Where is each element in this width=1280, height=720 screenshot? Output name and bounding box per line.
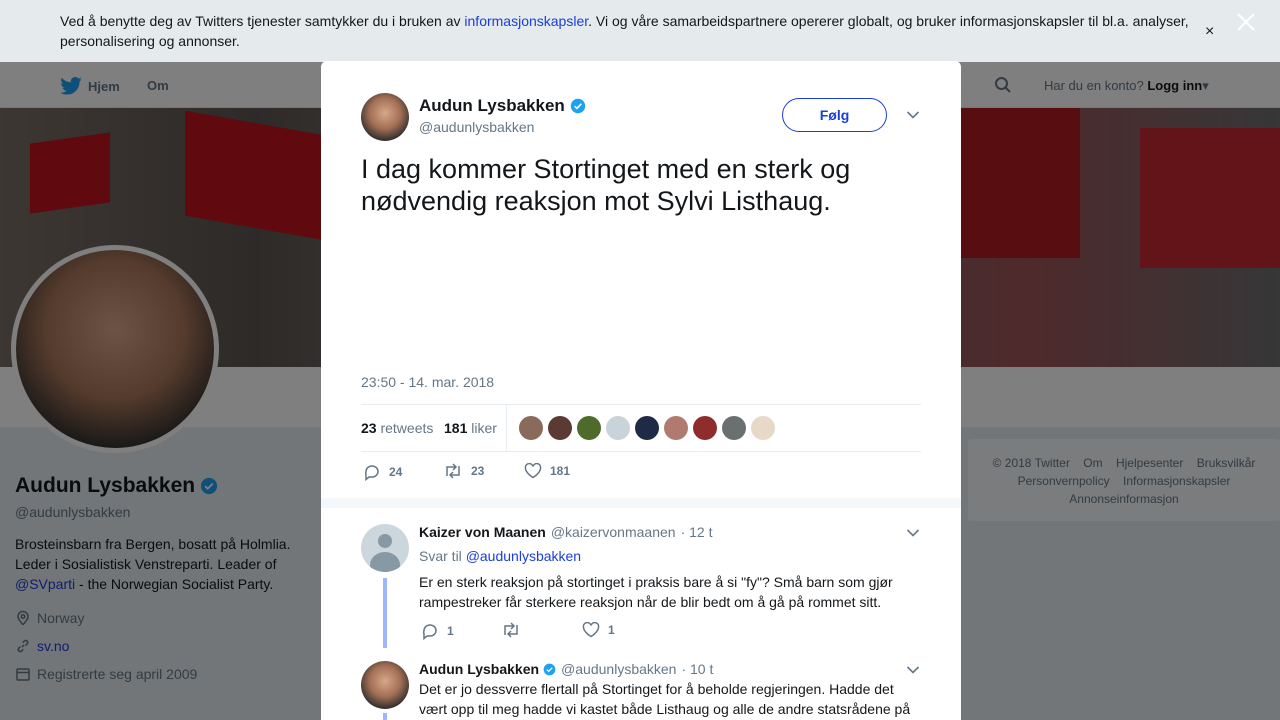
heart-icon (582, 622, 600, 638)
reply-author-name[interactable]: Kaizer von Maanen (419, 524, 546, 540)
tweet-stats: 23 retweets 181 liker (361, 404, 921, 452)
liker-avatar[interactable] (693, 416, 717, 440)
retweets-label: retweets (380, 420, 434, 436)
verified-badge-icon (543, 663, 556, 675)
reply-author-handle[interactable]: @kaizervonmaanen (551, 524, 676, 540)
like-button[interactable]: 181 (524, 463, 570, 479)
retweet-icon (446, 463, 460, 479)
retweets-count: 23 (361, 420, 377, 436)
cookie-close-button[interactable]: × (1205, 23, 1214, 41)
reply-icon (422, 624, 437, 640)
reply-header: Audun Lysbakken @audunlysbakken · 10 t (419, 661, 713, 677)
author-name[interactable]: Audun Lysbakken (419, 96, 586, 116)
liker-avatar[interactable] (751, 416, 775, 440)
retweet-count: 23 (471, 464, 485, 478)
author-handle[interactable]: @audunlysbakken (419, 119, 534, 135)
likes-count: 181 (444, 420, 468, 436)
retweet-icon (504, 622, 518, 638)
reply-tweet[interactable]: Kaizer von Maanen @kaizervonmaanen · 12 … (361, 524, 921, 654)
reply-tweet[interactable]: Audun Lysbakken @audunlysbakken · 10 t D… (361, 661, 921, 720)
like-count: 1 (608, 623, 615, 637)
reply-count: 1 (447, 624, 454, 638)
reply-text: Er en sterk reaksjon på stortinget i pra… (419, 574, 893, 610)
author-name-text: Audun Lysbakken (419, 96, 565, 115)
tweet-text: I dag kommer Stortinget med en sterk og … (361, 154, 851, 216)
likes-label: liker (471, 420, 497, 436)
reply-actions: 1 1 (419, 622, 819, 640)
tweet-header: Audun Lysbakken @audunlysbakken Følg (361, 93, 921, 143)
reply-icon (364, 465, 379, 481)
heart-icon (524, 463, 542, 479)
reply-avatar[interactable] (361, 524, 409, 572)
likes-stat[interactable]: 181 liker (444, 420, 497, 436)
reply-to-link[interactable]: @audunlysbakken (466, 548, 581, 564)
chevron-down-icon[interactable] (906, 110, 920, 120)
tweet-timestamp[interactable]: 23:50 - 14. mar. 2018 (361, 374, 494, 390)
reply-header: Kaizer von Maanen @kaizervonmaanen · 12 … (419, 524, 712, 540)
cookie-consent-bar: Ved å benytte deg av Twitters tjenester … (0, 0, 1280, 62)
thread-separator (321, 498, 961, 508)
reply-button[interactable]: 1 (421, 622, 454, 640)
reply-author-handle[interactable]: @audunlysbakken (561, 661, 676, 677)
reply-time[interactable]: · 12 t (681, 524, 713, 540)
liker-avatar[interactable] (635, 416, 659, 440)
liker-avatar[interactable] (548, 416, 572, 440)
liker-avatar[interactable] (664, 416, 688, 440)
liker-avatars (519, 416, 780, 440)
reply-button[interactable]: 24 (363, 463, 402, 481)
liker-avatar[interactable] (519, 416, 543, 440)
cookie-link[interactable]: informasjonskapsler (464, 13, 588, 29)
like-button[interactable]: 1 (582, 622, 615, 638)
retweets-stat[interactable]: 23 retweets (361, 420, 433, 436)
reply-author-name[interactable]: Audun Lysbakken (419, 661, 539, 677)
tweet-actions: 24 23 181 (361, 463, 921, 483)
thread-line (383, 713, 387, 720)
reply-to: Svar til @audunlysbakken (419, 548, 581, 564)
reply-to-label: Svar til (419, 548, 462, 564)
reply-text: Det er jo dessverre flertall på Storting… (419, 681, 911, 717)
liker-avatar[interactable] (606, 416, 630, 440)
reply-avatar[interactable] (361, 661, 409, 709)
cookie-text: Ved å benytte deg av Twitters tjenester … (60, 11, 1200, 51)
reply-count: 24 (389, 465, 403, 479)
chevron-down-icon[interactable] (906, 528, 920, 538)
tweet-modal: Audun Lysbakken @audunlysbakken Følg I d… (321, 61, 961, 720)
like-count: 181 (550, 464, 571, 478)
verified-badge-icon (570, 98, 585, 114)
close-icon[interactable] (1234, 10, 1258, 34)
follow-button[interactable]: Følg (782, 98, 887, 132)
reply-time[interactable]: · 10 t (681, 661, 713, 677)
thread-line (383, 578, 387, 648)
author-avatar[interactable] (361, 93, 409, 141)
liker-avatar[interactable] (722, 416, 746, 440)
stats-divider (506, 405, 507, 451)
retweet-button[interactable] (501, 622, 529, 638)
cookie-text-start: Ved å benytte deg av Twitters tjenester … (60, 13, 465, 29)
liker-avatar[interactable] (577, 416, 601, 440)
retweet-button[interactable]: 23 (443, 463, 484, 479)
chevron-down-icon[interactable] (906, 665, 920, 675)
